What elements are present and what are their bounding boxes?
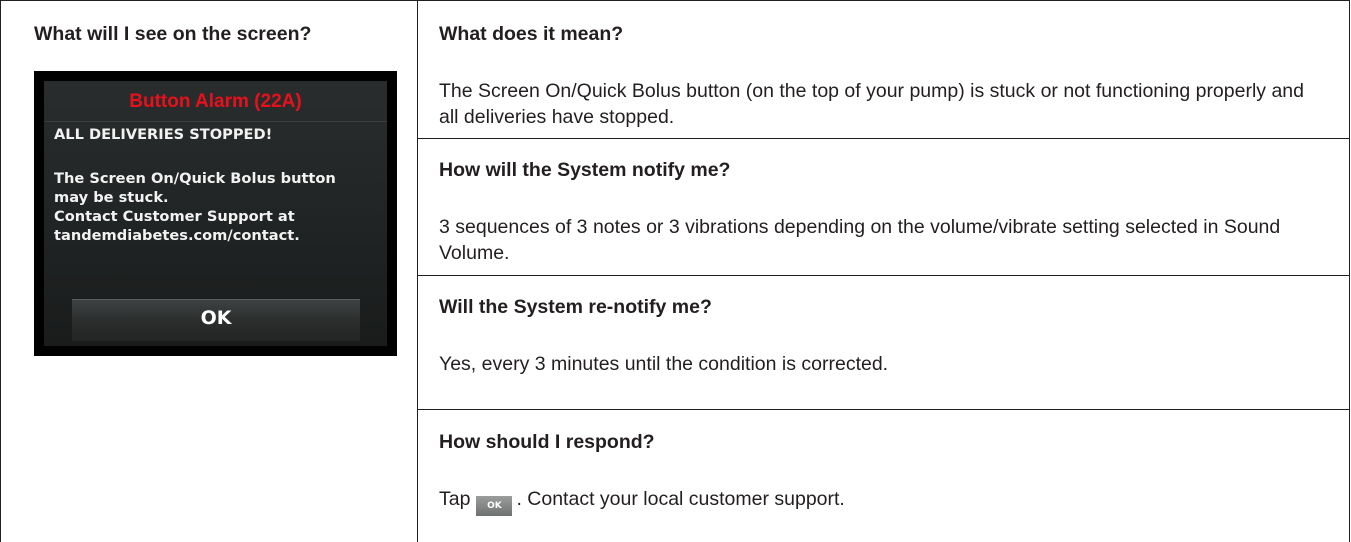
pump-title-divider [44, 121, 387, 122]
section-respond-body: Tap OK. Contact your local customer suppo… [439, 486, 1319, 516]
section-notify-heading: How will the System notify me? [439, 159, 731, 181]
section-respond: How should I respond? Tap OK. Contact you… [418, 409, 1350, 542]
section-renotify: Will the System re-notify me? Yes, every… [418, 275, 1350, 409]
section-renotify-body: Yes, every 3 minutes until the condition… [439, 353, 889, 375]
section-notify: How will the System notify me? 3 sequenc… [418, 138, 1350, 275]
pump-screen-image: Button Alarm (22A) ALL DELIVERIES STOPPE… [34, 71, 397, 356]
section-respond-heading: How should I respond? [439, 431, 655, 453]
alarm-line-website: tandemdiabetes.com/contact. [54, 227, 300, 244]
pump-screen-display: Button Alarm (22A) ALL DELIVERIES STOPPE… [44, 81, 387, 346]
section-meaning-heading: What does it mean? [439, 23, 624, 45]
respond-body-rest: . Contact your local customer support. [516, 488, 845, 510]
respond-body-lead: Tap [439, 488, 471, 510]
alarm-line-deliveries-stopped: ALL DELIVERIES STOPPED! [54, 126, 273, 143]
section-meaning-body: The Screen On/Quick Bolus button (on the… [439, 78, 1319, 130]
alarm-line-contact: Contact Customer Support at [54, 208, 295, 225]
alarm-info-table: What will I see on the screen? Button Al… [0, 0, 1350, 542]
screen-column: What will I see on the screen? Button Al… [1, 1, 418, 542]
section-renotify-heading: Will the System re-notify me? [439, 296, 712, 318]
alarm-line-stuck: may be stuck. [54, 189, 169, 206]
alarm-line-button: The Screen On/Quick Bolus button [54, 170, 336, 187]
screen-column-header: What will I see on the screen? [34, 23, 312, 45]
section-notify-body: 3 sequences of 3 notes or 3 vibrations d… [439, 216, 1281, 264]
details-column: What does it mean? The Screen On/Quick B… [418, 1, 1350, 542]
ok-button-icon: OK [476, 496, 513, 516]
meaning-body-lead: The [439, 80, 479, 102]
pump-ok-button: OK [72, 299, 360, 341]
section-meaning: What does it mean? The Screen On/Quick B… [418, 1, 1350, 138]
meaning-body-highlight: Screen On/Quick Bolus [478, 80, 681, 102]
alarm-title: Button Alarm (22A) [129, 91, 302, 112]
